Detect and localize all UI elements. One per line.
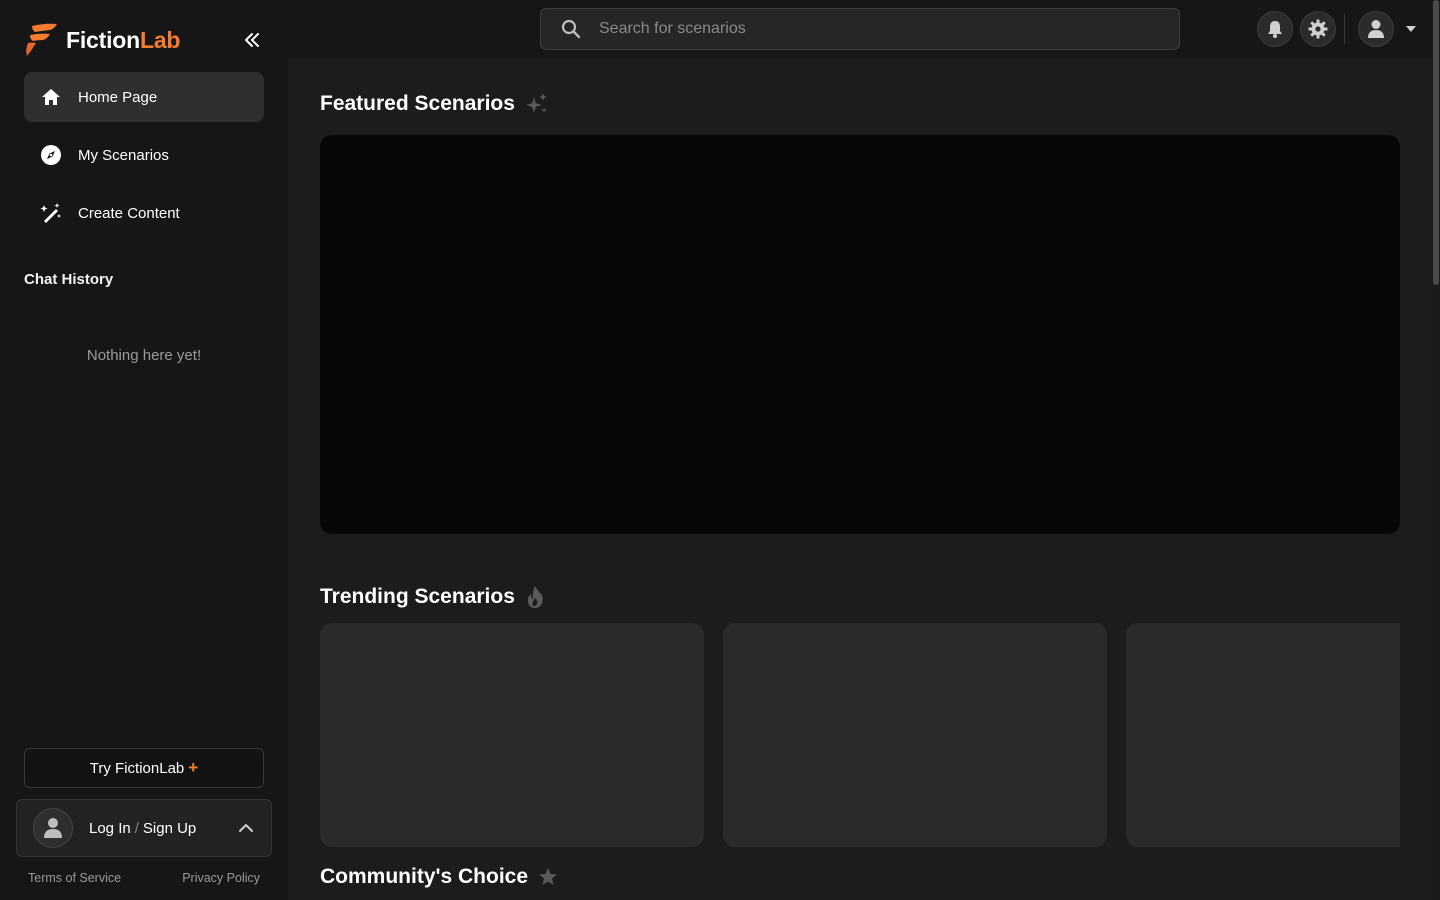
compass-icon xyxy=(40,144,62,166)
gear-icon xyxy=(1308,19,1328,39)
notifications-button[interactable] xyxy=(1257,11,1293,47)
search-input[interactable] xyxy=(599,20,1159,38)
app-root: FictionLab Home Page My Scenarios Create… xyxy=(0,0,1440,900)
page-scrollbar[interactable] xyxy=(1432,0,1440,900)
main-content: Featured Scenarios Trending Scenarios Co… xyxy=(288,58,1432,900)
logo[interactable]: FictionLab xyxy=(24,22,180,58)
avatar xyxy=(33,808,73,848)
topbar-divider xyxy=(1344,14,1345,44)
top-bar xyxy=(288,0,1432,58)
sidebar: FictionLab Home Page My Scenarios Create… xyxy=(0,0,288,900)
footer-links: Terms of Service Privacy Policy xyxy=(28,871,260,885)
sidebar-item-my-scenarios[interactable]: My Scenarios xyxy=(24,130,264,180)
bell-icon xyxy=(1268,21,1282,38)
brand-name-part1: Fiction xyxy=(66,26,140,53)
chat-history-title: Chat History xyxy=(24,271,114,288)
sidebar-item-home[interactable]: Home Page xyxy=(24,72,264,122)
double-chevron-left-icon xyxy=(245,33,259,47)
caret-down-icon[interactable] xyxy=(1405,24,1417,34)
sidebar-item-label: Home Page xyxy=(78,88,158,106)
magic-wand-icon xyxy=(40,202,62,224)
sidebar-item-create-content[interactable]: Create Content xyxy=(24,188,264,238)
search-box[interactable] xyxy=(540,8,1180,50)
featured-section-header: Featured Scenarios xyxy=(320,92,549,116)
sidebar-item-label: Create Content xyxy=(78,204,180,222)
brand-name-part2: Lab xyxy=(139,26,181,53)
settings-button[interactable] xyxy=(1300,11,1336,47)
chat-history-empty: Nothing here yet! xyxy=(86,347,202,364)
scrollbar-thumb[interactable] xyxy=(1433,0,1439,285)
privacy-policy-link[interactable]: Privacy Policy xyxy=(182,871,260,885)
trending-section-header: Trending Scenarios xyxy=(320,585,545,609)
fictionlab-logo-icon xyxy=(26,23,57,56)
login-signup-text: Log In / Sign Up xyxy=(89,820,196,837)
login-signup-panel[interactable]: Log In / Sign Up xyxy=(16,799,272,857)
brand-name: FictionLab xyxy=(66,27,180,54)
sidebar-nav: Home Page My Scenarios Create Content xyxy=(24,72,264,246)
community-section-header: Community's Choice xyxy=(320,865,558,889)
user-icon xyxy=(1368,20,1384,38)
login-separator: / xyxy=(134,819,139,837)
trending-cards xyxy=(320,623,1400,847)
featured-title: Featured Scenarios xyxy=(320,92,515,115)
scenario-card[interactable] xyxy=(1126,623,1400,847)
search-icon xyxy=(561,19,581,39)
flame-icon xyxy=(527,586,543,608)
community-title: Community's Choice xyxy=(320,865,529,888)
signup-link[interactable]: Sign Up xyxy=(143,820,196,837)
scenario-card[interactable] xyxy=(320,623,704,847)
sparkles-icon xyxy=(525,93,547,113)
user-menu-button[interactable] xyxy=(1358,11,1394,47)
login-link[interactable]: Log In xyxy=(89,820,131,837)
sidebar-item-label: My Scenarios xyxy=(78,146,169,164)
try-fictionlab-label: Try FictionLab xyxy=(89,759,185,777)
featured-carousel[interactable] xyxy=(320,135,1400,534)
terms-of-service-link[interactable]: Terms of Service xyxy=(28,871,121,885)
scenario-card[interactable] xyxy=(723,623,1107,847)
star-icon xyxy=(539,868,558,885)
user-icon xyxy=(44,818,62,838)
collapse-sidebar-button[interactable] xyxy=(240,28,264,52)
try-fictionlab-button[interactable]: Try FictionLab + xyxy=(24,748,264,788)
chevron-up-icon[interactable] xyxy=(237,819,255,837)
home-icon xyxy=(40,86,62,108)
trending-title: Trending Scenarios xyxy=(320,585,515,608)
plus-icon: + xyxy=(188,758,199,777)
